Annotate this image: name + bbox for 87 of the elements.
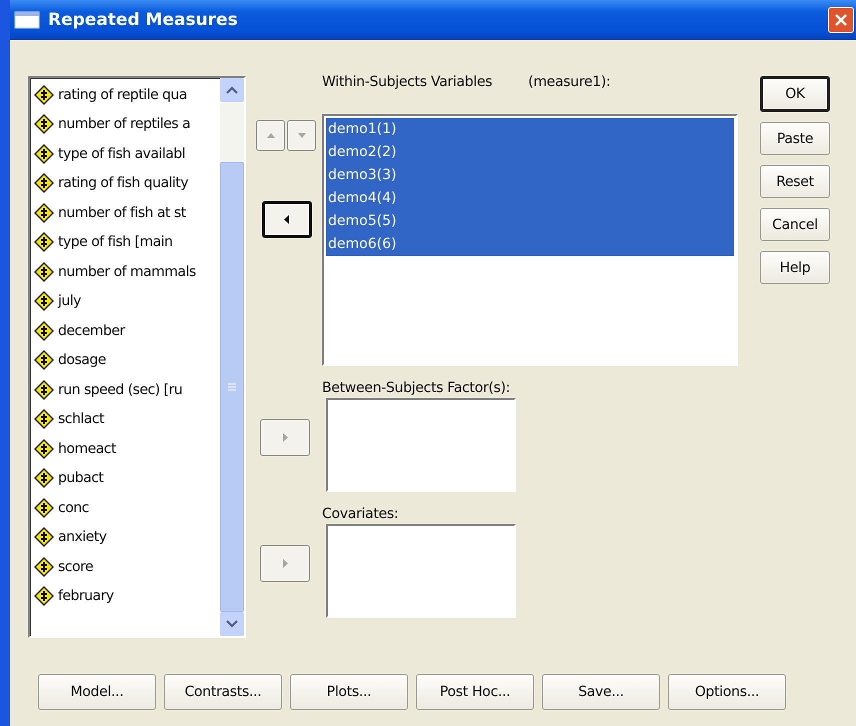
between-subjects-label: Between-Subjects Factor(s): <box>321 380 512 396</box>
variable-name: schlact <box>58 411 104 428</box>
variable-name: type of fish availabl <box>58 146 186 162</box>
scale-variable-icon <box>34 468 54 488</box>
variable-item[interactable]: conc <box>34 493 220 522</box>
scale-variable-icon <box>34 438 54 459</box>
variable-name: conc <box>58 500 89 516</box>
dialog-button[interactable]: Post Hoc... <box>416 674 534 710</box>
close-button[interactable] <box>828 7 854 33</box>
variable-name: anxiety <box>58 529 107 546</box>
scale-variable-icon <box>34 84 54 105</box>
variable-item[interactable]: schlact <box>34 404 220 434</box>
variable-name: homeact <box>58 440 116 457</box>
scale-variable-icon <box>34 380 54 400</box>
chevron-down-icon <box>226 620 238 628</box>
variable-item[interactable]: homeact <box>34 434 220 464</box>
scroll-up-button[interactable] <box>220 78 244 102</box>
variable-name: february <box>58 588 114 604</box>
dialog-button[interactable]: Contrasts... <box>164 674 282 710</box>
list-item[interactable]: demo6(6) <box>326 233 734 256</box>
variable-name: number of mammals <box>58 264 196 280</box>
variable-item[interactable]: type of fish availabl <box>34 139 220 168</box>
list-item[interactable]: demo2(2) <box>326 141 734 164</box>
measure-label: (measure1): <box>528 74 610 90</box>
scale-variable-icon <box>34 409 54 430</box>
dialog-button[interactable]: Paste <box>760 122 830 155</box>
covariates-label: Covariates: <box>321 506 400 522</box>
scale-variable-icon <box>34 320 54 341</box>
scale-variable-icon <box>34 114 54 134</box>
list-item[interactable]: demo5(5) <box>326 210 734 233</box>
variable-item[interactable]: pubact <box>34 464 220 493</box>
variable-item[interactable]: run speed (sec) [ru <box>34 375 220 404</box>
dialog-button[interactable]: Save... <box>542 674 660 710</box>
variable-item[interactable]: number of fish at st <box>34 198 220 228</box>
variable-name: dosage <box>58 352 106 368</box>
scale-variable-icon <box>34 144 54 164</box>
variable-name: rating of fish quality <box>58 175 188 192</box>
variable-name: score <box>58 558 94 575</box>
dialog-button[interactable]: Model... <box>38 674 156 710</box>
grip-icon <box>227 383 237 391</box>
scale-variable-icon <box>34 262 54 282</box>
variable-item[interactable]: number of mammals <box>34 257 220 286</box>
scale-variable-icon <box>34 232 54 252</box>
scale-variable-icon <box>34 291 54 312</box>
close-icon <box>834 13 848 27</box>
scroll-thumb[interactable] <box>220 162 244 612</box>
arrow-button[interactable] <box>262 201 312 238</box>
variable-item[interactable]: number of reptiles a <box>34 110 220 139</box>
variable-item[interactable]: july <box>34 286 220 316</box>
scrollbar[interactable] <box>220 78 244 636</box>
dialog-button[interactable]: Cancel <box>760 208 830 241</box>
scale-variable-icon <box>34 173 54 194</box>
variable-item[interactable]: february <box>34 582 220 611</box>
dialog-button[interactable]: OK <box>760 76 830 112</box>
list-item[interactable]: demo4(4) <box>326 187 734 210</box>
dialog-button[interactable]: Reset <box>760 165 830 198</box>
scale-variable-icon <box>34 498 54 518</box>
list-item[interactable]: demo3(3) <box>326 164 734 187</box>
variable-item[interactable]: dosage <box>34 346 220 375</box>
variable-item[interactable]: rating of fish quality <box>34 168 220 198</box>
variable-item[interactable]: score <box>34 552 220 582</box>
window-icon <box>14 11 40 29</box>
scale-variable-icon <box>34 350 54 370</box>
variable-name: number of fish at st <box>58 204 186 221</box>
variable-item[interactable]: type of fish [main <box>34 228 220 257</box>
dialog-button[interactable]: Options... <box>668 674 786 710</box>
window-title: Repeated Measures <box>48 10 239 30</box>
variable-name: run speed (sec) [ru <box>58 382 182 398</box>
dialog-button[interactable]: Plots... <box>290 674 408 710</box>
scale-variable-icon <box>34 527 54 548</box>
scale-variable-icon <box>34 202 54 223</box>
scale-variable-icon <box>34 586 54 606</box>
variable-item[interactable]: december <box>34 316 220 346</box>
chevron-up-icon <box>226 86 238 94</box>
dialog-button[interactable]: Help <box>760 251 830 284</box>
variable-name: pubact <box>58 470 104 486</box>
variable-name: rating of reptile qua <box>58 86 187 103</box>
variable-item[interactable]: rating of reptile qua <box>34 80 220 110</box>
list-item[interactable]: demo1(1) <box>326 118 734 141</box>
variable-item[interactable]: anxiety <box>34 522 220 552</box>
variable-name: december <box>58 322 125 339</box>
variable-name: type of fish [main <box>58 234 173 250</box>
within-subjects-label: Within-Subjects Variables <box>322 74 492 90</box>
scale-variable-icon <box>34 556 54 577</box>
scroll-down-button[interactable] <box>220 612 244 636</box>
variable-name: number of reptiles a <box>58 116 190 132</box>
variable-name: july <box>58 293 81 310</box>
